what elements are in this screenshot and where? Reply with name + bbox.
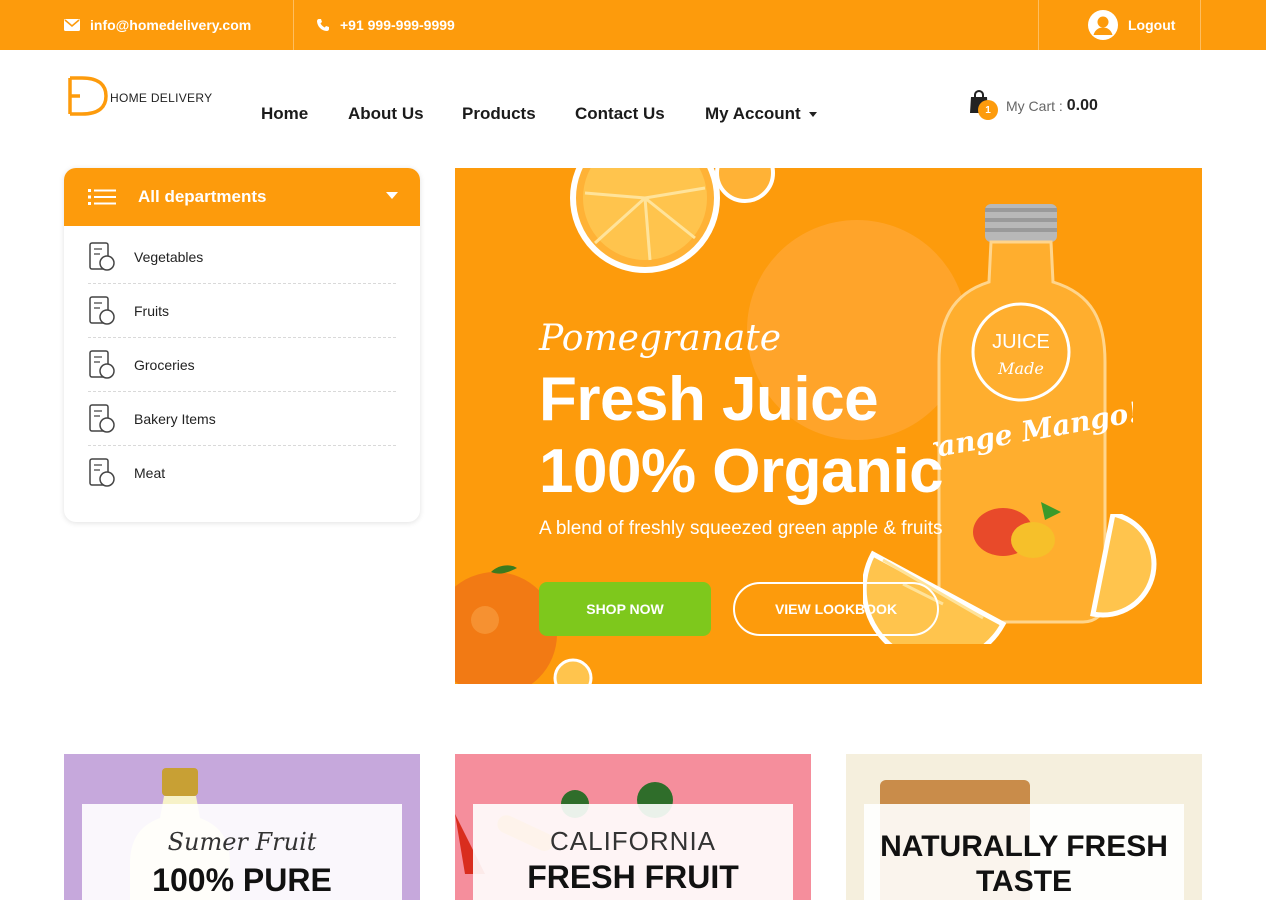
email-text: info@homedelivery.com <box>90 17 252 33</box>
view-lookbook-button[interactable]: VIEW LOOKBOOK <box>733 582 939 636</box>
hero-banner: JUICE Made Orange Mango! Pomegranate Fre… <box>455 168 1202 684</box>
hero-title-line1: Fresh Juice <box>539 365 879 434</box>
shop-now-button[interactable]: SHOP NOW <box>539 582 711 636</box>
nav-products[interactable]: Products <box>462 104 536 124</box>
orange-slice-image <box>570 168 775 273</box>
promo-card-title-line1: NATURALLY FRESH <box>880 830 1168 863</box>
category-icon <box>89 403 115 433</box>
hero-description: A blend of freshly squeezed green apple … <box>539 518 943 539</box>
promo-card-subtitle: Sumer Fruit <box>167 828 317 856</box>
promo-card-panel: NATURALLY FRESH TASTE <box>864 804 1184 900</box>
nav-my-account-label: My Account <box>705 104 801 123</box>
promo-card-title: 100% PURE <box>152 862 332 898</box>
promo-card-naturally-fresh[interactable]: NATURALLY FRESH TASTE <box>846 754 1202 900</box>
cart-total: 0.00 <box>1066 97 1098 114</box>
top-divider <box>293 0 294 50</box>
department-item-groceries[interactable]: Groceries <box>88 338 396 392</box>
cart-label: My Cart : <box>1006 98 1063 114</box>
top-divider <box>1200 0 1201 50</box>
list-icon <box>88 189 116 205</box>
category-icon <box>89 295 115 325</box>
mail-icon <box>64 19 80 31</box>
top-bar: info@homedelivery.com +91 999-999-9999 L… <box>0 0 1266 50</box>
logo-text: HOME DELIVERY <box>110 91 213 105</box>
department-label: Groceries <box>134 356 195 373</box>
phone-text: +91 999-999-9999 <box>340 17 455 33</box>
department-item-meat[interactable]: Meat <box>88 446 396 500</box>
mini-cart[interactable]: 1 My Cart : 0.00 <box>968 89 1098 122</box>
bottle-badge-bottom: Made <box>997 359 1044 378</box>
nav-contact-us[interactable]: Contact Us <box>575 104 665 124</box>
promo-card-panel: Sumer Fruit 100% PURE <box>82 804 402 900</box>
department-item-bakery-items[interactable]: Bakery Items <box>88 392 396 446</box>
nav-about-us[interactable]: About Us <box>348 104 424 124</box>
department-label: Fruits <box>134 302 169 319</box>
contact-email[interactable]: info@homedelivery.com <box>64 0 251 50</box>
promo-card-subtitle: CALIFORNIA <box>549 826 717 856</box>
departments-menu: All departments Vegetables Fruits Grocer… <box>64 168 420 522</box>
site-logo[interactable]: HOME DELIVERY <box>66 76 212 116</box>
department-item-fruits[interactable]: Fruits <box>88 284 396 338</box>
logout-link[interactable]: Logout <box>1088 0 1175 50</box>
cart-count-badge: 1 <box>978 100 998 120</box>
departments-title: All departments <box>138 187 267 206</box>
category-icon <box>89 458 115 487</box>
user-icon <box>1088 10 1118 40</box>
chevron-down-icon <box>809 112 818 118</box>
shopping-bag-icon: 1 <box>968 89 998 122</box>
promo-card-title: FRESH FRUIT <box>527 859 739 895</box>
logout-label: Logout <box>1128 17 1176 33</box>
contact-phone[interactable]: +91 999-999-9999 <box>316 0 455 50</box>
phone-icon <box>317 19 329 31</box>
category-icon <box>89 349 115 379</box>
promo-card-california[interactable]: CALIFORNIA FRESH FRUIT <box>455 754 811 900</box>
nav-home[interactable]: Home <box>261 104 308 124</box>
caret-down-icon <box>386 192 398 199</box>
logo-mark <box>66 76 108 116</box>
bottle-badge-top: JUICE <box>992 331 1050 353</box>
promo-card-panel: CALIFORNIA FRESH FRUIT <box>473 804 793 900</box>
hero-title-line2: 100% Organic <box>539 437 944 506</box>
top-divider <box>1038 0 1039 50</box>
department-label: Bakery Items <box>134 410 216 427</box>
promo-card-pure[interactable]: Sumer Fruit 100% PURE <box>64 754 420 900</box>
departments-header[interactable]: All departments <box>64 168 420 226</box>
departments-list: Vegetables Fruits Groceries Bakery Items… <box>64 226 420 500</box>
category-icon <box>89 241 115 271</box>
hero-subtitle: Pomegranate <box>539 318 782 359</box>
department-item-vegetables[interactable]: Vegetables <box>88 230 396 284</box>
department-label: Meat <box>134 465 166 481</box>
department-label: Vegetables <box>134 248 204 265</box>
nav-my-account[interactable]: My Account <box>705 104 818 124</box>
promo-card-title-line2: TASTE <box>975 864 1073 898</box>
